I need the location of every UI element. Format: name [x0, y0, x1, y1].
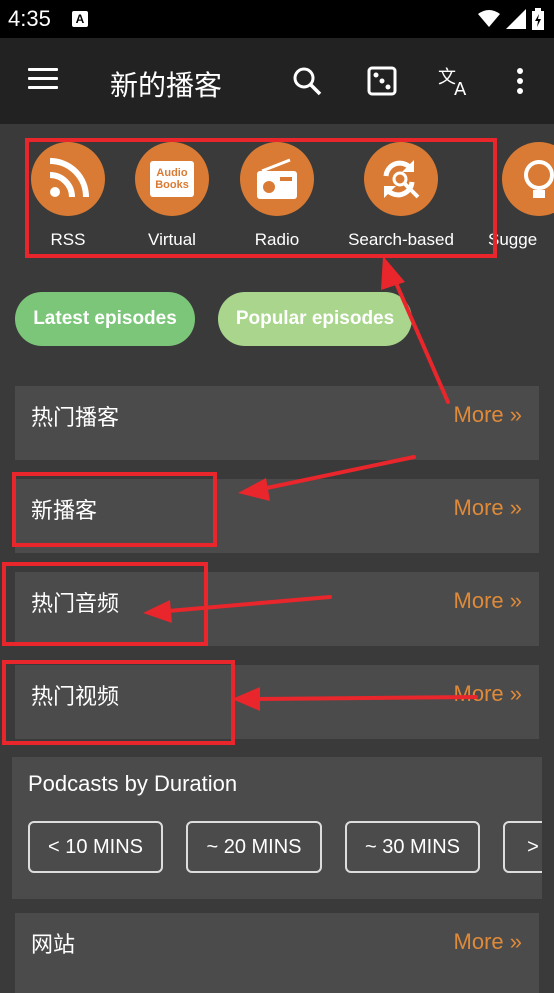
lightbulb-icon: [502, 142, 554, 216]
more-link[interactable]: More »: [454, 681, 522, 707]
more-link[interactable]: More »: [454, 495, 522, 521]
podcasts-by-duration: Podcasts by Duration < 10 MINS ~ 20 MINS…: [12, 757, 542, 899]
wifi-icon: [478, 10, 500, 27]
search-icon[interactable]: [291, 65, 323, 97]
card-hot-podcasts: 热门播客 More »: [15, 386, 539, 460]
more-vert-icon[interactable]: [504, 65, 536, 97]
annotation-box: [2, 660, 235, 745]
status-icons: [478, 8, 544, 30]
status-bar: 4:35 A: [0, 0, 554, 38]
latest-episodes-chip[interactable]: Latest episodes: [15, 292, 195, 346]
translate-icon[interactable]: 文A: [438, 65, 474, 97]
menu-icon[interactable]: [28, 68, 58, 92]
card-website: 网站 More »: [15, 913, 539, 993]
duration-button[interactable]: >: [503, 821, 542, 873]
svg-text:A: A: [454, 79, 467, 97]
page-title: 新的播客: [110, 70, 223, 101]
duration-button[interactable]: ~ 20 MINS: [186, 821, 322, 873]
app-toolbar: 新的播客 文A: [0, 38, 554, 124]
card-title: 热门播客: [31, 405, 120, 430]
section-title: Podcasts by Duration: [28, 771, 238, 796]
annotation-box: [2, 562, 208, 646]
battery-icon: [532, 8, 544, 30]
popular-episodes-chip[interactable]: Popular episodes: [218, 292, 412, 346]
duration-button[interactable]: ~ 30 MINS: [345, 821, 480, 873]
annotation-box: [12, 472, 217, 547]
dice-icon[interactable]: [366, 65, 398, 97]
card-title: 网站: [31, 932, 76, 957]
more-link[interactable]: More »: [454, 588, 522, 614]
notification-icon: A: [72, 11, 88, 27]
more-link[interactable]: More »: [454, 402, 522, 428]
annotation-box: [25, 138, 497, 258]
status-time: 4:35: [8, 6, 51, 31]
more-link[interactable]: More »: [454, 929, 522, 955]
duration-button[interactable]: < 10 MINS: [28, 821, 163, 873]
signal-icon: [506, 9, 526, 29]
